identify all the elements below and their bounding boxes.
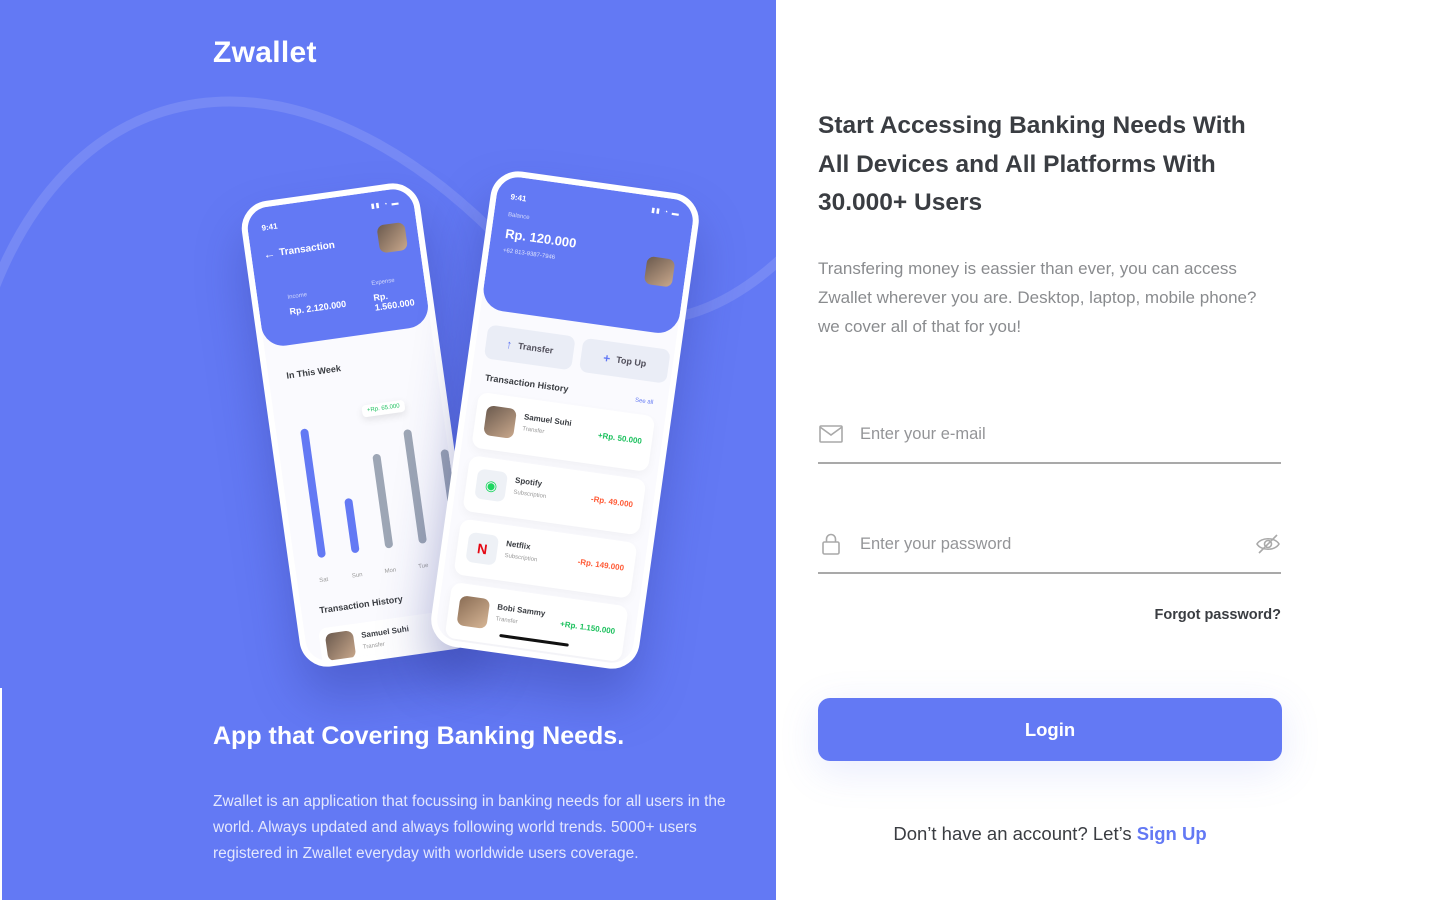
- expense-label: Expense: [371, 277, 396, 287]
- mockup-title: Transaction: [278, 239, 336, 259]
- eye-crossed-icon[interactable]: [1255, 532, 1281, 556]
- spotify-icon: ◉: [474, 468, 509, 503]
- password-field: [818, 524, 1281, 574]
- back-arrow-icon: ←: [262, 246, 277, 262]
- see-all-link: See all: [634, 397, 654, 407]
- login-heading: Start Accessing Banking Needs With All D…: [818, 112, 1246, 216]
- forgot-password-link[interactable]: Forgot password?: [818, 607, 1281, 623]
- avatar: [376, 221, 409, 254]
- balance-label: Balance: [507, 212, 530, 222]
- row-amount: +Rp. 50.000: [597, 430, 643, 446]
- mockup-header: 9:41 ▮▮ ◔ ▬ ← Transaction Income Rp. 2.1…: [244, 186, 431, 349]
- lock-icon: [822, 533, 840, 555]
- row-amount: -Rp. 49.000: [590, 494, 634, 510]
- mockup-header: 9:41 ▮▮ ◔ ▬ Balance Rp. 120.000 +62 813-…: [480, 174, 696, 336]
- row-name: Bobi Sammy: [496, 602, 546, 619]
- balance-value: Rp. 120.000: [504, 225, 578, 251]
- expense-value: Rp. 1.560.000: [372, 290, 416, 313]
- signal-icon: ▮▮ ◔ ▬: [650, 206, 681, 218]
- chart-badge: +Rp. 65.000: [361, 399, 406, 418]
- avatar: [483, 405, 518, 439]
- row-sub: Subscription: [504, 552, 538, 564]
- password-input[interactable]: [860, 530, 1230, 558]
- transfer-button: ↑ Transfer: [483, 324, 576, 371]
- row-amount: +Rp. 1.150.000: [559, 619, 616, 636]
- mockup-time: 9:41: [261, 221, 279, 233]
- avatar: [643, 255, 676, 288]
- mockup-home-screen: 9:41 ▮▮ ◔ ▬ Balance Rp. 120.000 +62 813-…: [427, 167, 703, 673]
- avatar: [324, 630, 357, 662]
- history-label: Transaction History: [484, 372, 570, 395]
- signup-prompt: Don’t have an account? Let’s Sign Up: [818, 823, 1282, 845]
- signup-prompt-text: Don’t have an account? Let’s: [893, 823, 1132, 844]
- brand-logo: Zwallet: [213, 36, 317, 69]
- signal-icon: ▮▮ ◔ ▬: [370, 199, 400, 211]
- row-sub: Transfer: [521, 426, 545, 436]
- arrow-up-icon: ↑: [505, 337, 514, 352]
- row-sub: Subscription: [512, 489, 547, 501]
- day-label: Mon: [384, 567, 397, 575]
- topup-label: Top Up: [615, 354, 647, 369]
- row-name: Spotify: [514, 475, 543, 489]
- hero-description: Zwallet is an application that focussing…: [213, 793, 726, 862]
- hero-panel: Zwallet 9:41 ▮▮ ◔ ▬ ← Transaction Income…: [0, 0, 776, 900]
- chart-bar: [403, 428, 428, 544]
- login-description: Transfering money is eassier than ever, …: [818, 259, 1257, 336]
- income-value: Rp. 2.120.000: [288, 298, 347, 317]
- income-label: Income: [287, 292, 308, 301]
- plus-icon: +: [602, 350, 612, 366]
- row-amount: -Rp. 149.000: [577, 557, 625, 573]
- transfer-label: Transfer: [517, 340, 554, 356]
- email-field: [818, 414, 1281, 464]
- day-label: Sun: [351, 572, 364, 580]
- mockup-time: 9:41: [509, 192, 528, 204]
- day-label: Sat: [318, 576, 329, 585]
- phone-number: +62 813-9387-7946: [502, 247, 556, 262]
- row-sub: Transfer: [362, 641, 386, 651]
- netflix-icon: N: [465, 531, 500, 566]
- week-label: In This Week: [285, 363, 342, 381]
- hero-title: App that Covering Banking Needs.: [213, 722, 625, 750]
- chart-bar: [344, 497, 360, 554]
- day-label: Tue: [417, 562, 429, 571]
- chart-bar: [372, 453, 394, 549]
- app-mockup: 9:41 ▮▮ ◔ ▬ ← Transaction Income Rp. 2.1…: [238, 167, 730, 690]
- panel-divider: [0, 688, 2, 900]
- topup-button: + Top Up: [578, 337, 671, 384]
- row-sub: Transfer: [495, 616, 518, 626]
- email-input[interactable]: [860, 420, 1230, 448]
- signup-link[interactable]: Sign Up: [1137, 823, 1207, 844]
- mail-icon: [819, 425, 843, 443]
- row-name: Samuel Suhi: [360, 624, 410, 640]
- row-name: Netflix: [505, 539, 532, 552]
- login-panel: Start Accessing Banking Needs With All D…: [776, 0, 1440, 900]
- chart-bar: [300, 428, 327, 559]
- avatar: [456, 595, 491, 630]
- row-name: Samuel Suhi: [523, 412, 573, 428]
- login-button[interactable]: Login: [818, 698, 1282, 761]
- history-label: Transaction History: [318, 593, 404, 616]
